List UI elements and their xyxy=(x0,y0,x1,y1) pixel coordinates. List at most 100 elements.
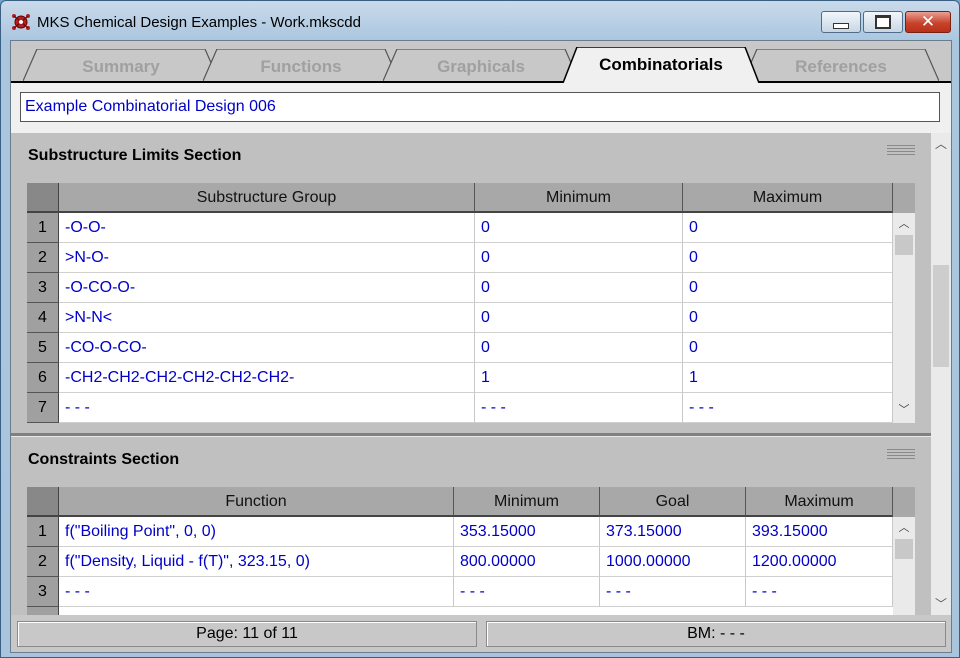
close-button[interactable]: ✕ xyxy=(905,11,951,33)
design-name-field[interactable]: Example Combinatorial Design 006 xyxy=(20,92,940,122)
substructure-group-cell[interactable]: >N-O- xyxy=(59,243,475,273)
substructure-grid-scrollbar[interactable]: ︿ ﹀ xyxy=(893,183,915,423)
substructure-group-cell[interactable]: -CH2-CH2-CH2-CH2-CH2-CH2- xyxy=(59,363,475,393)
minimum-cell[interactable]: 353.15000 xyxy=(454,517,600,547)
substructure-group-cell[interactable]: -CO-O-CO- xyxy=(59,333,475,363)
row-number[interactable]: 1 xyxy=(27,517,59,547)
substructure-group-cell[interactable]: -O-CO-O- xyxy=(59,273,475,303)
maximum-cell[interactable]: 0 xyxy=(683,273,893,303)
minimum-cell[interactable]: 1 xyxy=(475,363,683,393)
minimize-button[interactable] xyxy=(821,11,861,33)
grid-corner xyxy=(27,487,59,517)
row-number[interactable]: 2 xyxy=(27,243,59,273)
client-area: Summary Functions Graphicals References … xyxy=(10,40,952,653)
row-number[interactable]: 4 xyxy=(27,303,59,333)
maximize-icon xyxy=(875,15,891,29)
maximum-cell[interactable]: 1 xyxy=(683,363,893,393)
sections-panel: Substructure Limits Section Substructure… xyxy=(11,133,931,615)
minimum-cell[interactable]: - - - xyxy=(475,393,683,423)
tab-combinatorials-label: Combinatorials xyxy=(599,55,723,74)
col-header-substructure-group[interactable]: Substructure Group xyxy=(59,183,475,213)
scroll-up-icon[interactable]: ︿ xyxy=(893,215,915,231)
section-divider[interactable] xyxy=(11,433,931,437)
grid-corner xyxy=(27,183,59,213)
minimum-cell[interactable]: 0 xyxy=(475,273,683,303)
minimum-cell[interactable]: 0 xyxy=(475,303,683,333)
substructure-section-grip-icon[interactable] xyxy=(887,145,915,157)
row-number[interactable]: 3 xyxy=(27,273,59,303)
title-bar[interactable]: MKS Chemical Design Examples - Work.mksc… xyxy=(1,1,959,41)
col-header-maximum[interactable]: Maximum xyxy=(746,487,893,517)
maximum-cell[interactable]: 0 xyxy=(683,213,893,243)
app-molecule-icon xyxy=(12,14,30,30)
substructure-grid: Substructure Group Minimum Maximum 1 -O-… xyxy=(27,183,915,423)
minimum-cell[interactable]: 0 xyxy=(475,213,683,243)
function-cell[interactable]: - - - xyxy=(59,577,454,607)
scroll-down-icon[interactable]: ﹀ xyxy=(893,401,915,417)
row-number[interactable]: 1 xyxy=(27,213,59,243)
function-cell[interactable]: f("Boiling Point", 0, 0) xyxy=(59,517,454,547)
bm-indicator: BM: - - - xyxy=(486,621,946,647)
tab-graphicals-label: Graphicals xyxy=(437,57,525,76)
minimum-cell[interactable]: 0 xyxy=(475,333,683,363)
constraints-grid: Function Minimum Goal Maximum 1 f("Boili… xyxy=(27,487,915,615)
page-indicator: Page: 11 of 11 xyxy=(17,621,477,647)
row-number[interactable]: 7 xyxy=(27,393,59,423)
tab-summary-label: Summary xyxy=(82,57,160,76)
tab-functions-label: Functions xyxy=(260,57,342,76)
minimum-cell[interactable]: - - - xyxy=(454,577,600,607)
panel-scrollbar[interactable]: ︿ ﹀ xyxy=(931,133,951,615)
row-number[interactable]: 6 xyxy=(27,363,59,393)
goal-cell[interactable]: 1000.00000 xyxy=(600,547,746,577)
scroll-down-icon[interactable]: ﹀ xyxy=(931,595,951,613)
tab-summary[interactable]: Summary xyxy=(23,49,219,81)
col-header-minimum[interactable]: Minimum xyxy=(454,487,600,517)
substructure-group-cell[interactable]: - - - xyxy=(59,393,475,423)
maximum-cell[interactable]: - - - xyxy=(683,393,893,423)
col-header-minimum[interactable]: Minimum xyxy=(475,183,683,213)
tab-baseline xyxy=(11,81,951,83)
row-number[interactable] xyxy=(27,607,59,615)
tab-combinatorials[interactable]: Combinatorials xyxy=(563,47,759,83)
maximum-cell[interactable]: - - - xyxy=(746,577,893,607)
tab-references[interactable]: References xyxy=(743,49,939,81)
close-icon: ✕ xyxy=(920,12,936,32)
substructure-section-title: Substructure Limits Section xyxy=(28,147,242,164)
row-number[interactable]: 2 xyxy=(27,547,59,577)
maximum-cell[interactable]: 1200.00000 xyxy=(746,547,893,577)
scroll-up-icon[interactable]: ︿ xyxy=(893,519,915,535)
scrollbar-header xyxy=(893,183,915,213)
row-number[interactable]: 3 xyxy=(27,577,59,607)
col-header-function[interactable]: Function xyxy=(59,487,454,517)
scroll-up-icon[interactable]: ︿ xyxy=(931,135,951,153)
app-window: MKS Chemical Design Examples - Work.mksc… xyxy=(0,0,960,658)
tab-strip: Summary Functions Graphicals References … xyxy=(11,41,951,83)
scrollbar-thumb[interactable] xyxy=(895,539,913,559)
minimize-icon xyxy=(833,23,849,29)
maximum-cell[interactable]: 0 xyxy=(683,243,893,273)
function-cell[interactable]: f("Density, Liquid - f(T)", 323.15, 0) xyxy=(59,547,454,577)
maximize-button[interactable] xyxy=(863,11,903,33)
col-header-maximum[interactable]: Maximum xyxy=(683,183,893,213)
tab-functions[interactable]: Functions xyxy=(203,49,399,81)
maximum-cell[interactable]: 393.15000 xyxy=(746,517,893,547)
maximum-cell[interactable]: 0 xyxy=(683,333,893,363)
constraints-grid-scrollbar[interactable]: ︿ xyxy=(893,487,915,615)
goal-cell[interactable]: 373.15000 xyxy=(600,517,746,547)
status-bar: Page: 11 of 11 BM: - - - xyxy=(11,615,951,652)
scrollbar-thumb[interactable] xyxy=(895,235,913,255)
constraints-section-grip-icon[interactable] xyxy=(887,449,915,461)
scrollbar-thumb[interactable] xyxy=(933,265,949,367)
row-number[interactable]: 5 xyxy=(27,333,59,363)
scrollbar-header xyxy=(893,487,915,517)
constraints-section-title: Constraints Section xyxy=(28,451,180,468)
minimum-cell[interactable]: 0 xyxy=(475,243,683,273)
substructure-group-cell[interactable]: >N-N< xyxy=(59,303,475,333)
window-title: MKS Chemical Design Examples - Work.mksc… xyxy=(37,14,361,31)
maximum-cell[interactable]: 0 xyxy=(683,303,893,333)
goal-cell[interactable]: - - - xyxy=(600,577,746,607)
substructure-group-cell[interactable]: -O-O- xyxy=(59,213,475,243)
tab-graphicals[interactable]: Graphicals xyxy=(383,49,579,81)
col-header-goal[interactable]: Goal xyxy=(600,487,746,517)
minimum-cell[interactable]: 800.00000 xyxy=(454,547,600,577)
